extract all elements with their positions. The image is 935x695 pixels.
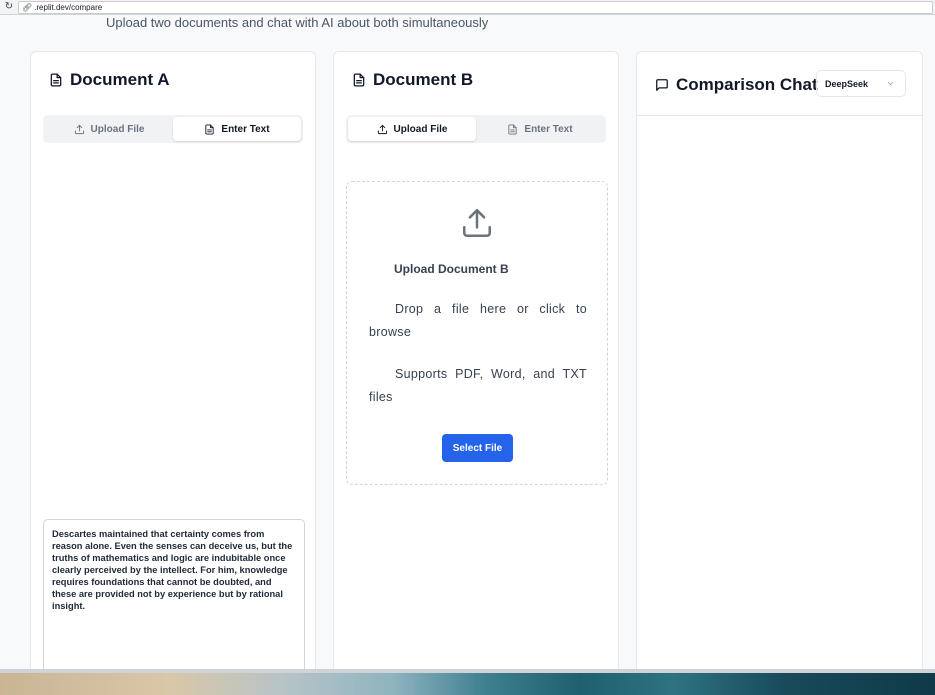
link-icon: 🔗︎	[22, 2, 33, 12]
file-text-icon	[205, 123, 215, 135]
document-a-card: Document A Upload File Enter Text Descar…	[30, 51, 316, 681]
url-field[interactable]: 🔗︎ .replit.dev/compare	[18, 0, 933, 14]
url-text: .replit.dev/compare	[34, 2, 103, 12]
document-b-dropzone[interactable]: Upload Document B Drop a file here or cl…	[346, 181, 608, 485]
document-b-title: Document B	[373, 70, 474, 89]
dropzone-description: Drop a file here or click to browse	[369, 302, 587, 339]
document-a-text-input[interactable]: Descartes maintained that certainty come…	[43, 519, 305, 680]
comparison-chat-card: Comparison Chat DeepSeek	[636, 51, 923, 681]
file-text-icon	[50, 73, 62, 87]
tab-enter-text[interactable]: Enter Text	[476, 117, 604, 141]
message-square-icon	[656, 79, 668, 91]
chevron-down-icon	[887, 81, 894, 86]
chat-title: Comparison Chat	[676, 75, 818, 94]
desktop-wallpaper-strip	[0, 669, 935, 695]
file-text-icon	[353, 73, 365, 87]
chat-header: Comparison Chat	[655, 75, 818, 95]
file-text-icon	[508, 123, 518, 135]
tab-label: Enter Text	[221, 123, 270, 135]
reload-icon[interactable]: ↻	[0, 0, 18, 14]
tab-upload-file[interactable]: Upload File	[45, 117, 173, 141]
upload-icon	[377, 124, 387, 134]
select-file-button[interactable]: Select File	[442, 434, 513, 462]
dropzone-supported-formats: Supports PDF, Word, and TXT files	[369, 367, 587, 404]
document-a-header: Document A	[49, 70, 170, 90]
browser-address-bar: ↻ 🔗︎ .replit.dev/compare	[0, 0, 935, 15]
tab-enter-text[interactable]: Enter Text	[173, 117, 301, 141]
model-select[interactable]: DeepSeek	[816, 70, 906, 97]
dropzone-title: Upload Document B	[394, 262, 509, 276]
tab-upload-file[interactable]: Upload File	[348, 117, 476, 141]
model-select-value: DeepSeek	[825, 78, 869, 89]
document-b-header: Document B	[352, 70, 473, 90]
document-a-title: Document A	[70, 70, 170, 89]
chat-divider	[637, 115, 922, 116]
page-subtitle: Upload two documents and chat with AI ab…	[106, 15, 489, 30]
upload-icon	[462, 208, 492, 238]
tab-label: Upload File	[393, 123, 448, 135]
tab-label: Enter Text	[524, 123, 573, 135]
tab-label: Upload File	[90, 123, 145, 135]
upload-icon	[74, 124, 84, 134]
document-a-tabs: Upload File Enter Text	[43, 115, 303, 143]
document-b-card: Document B Upload File Enter Text Upload…	[333, 51, 619, 681]
document-b-tabs: Upload File Enter Text	[346, 115, 606, 143]
